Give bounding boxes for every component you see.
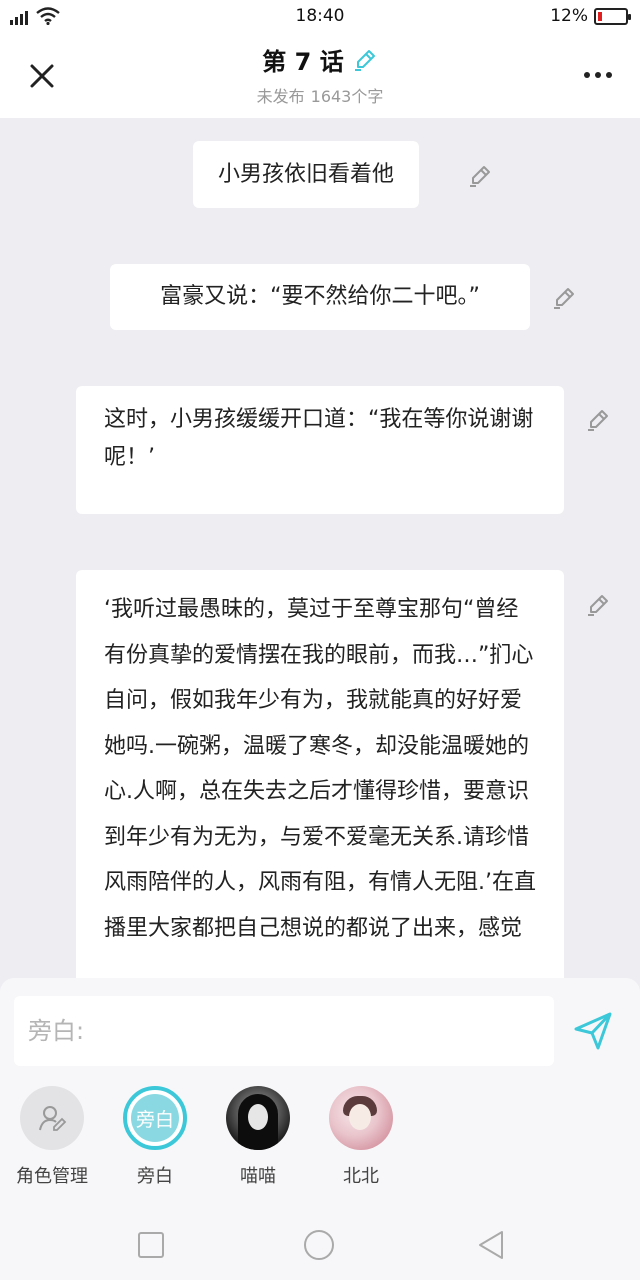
send-icon[interactable]	[572, 1010, 614, 1052]
screen: 18:40 12% 第 7 话 未发布 1643个字 小男孩依旧看着他 富豪又说…	[0, 0, 640, 1280]
page-title: 第 7 话	[262, 48, 344, 76]
avatar	[329, 1086, 393, 1150]
header: 第 7 话 未发布 1643个字	[0, 32, 640, 118]
publish-status: 未发布	[256, 87, 305, 106]
message-bubble[interactable]: 富豪又说：“要不然给你二十吧。”	[110, 264, 530, 330]
pen-edit-icon[interactable]	[585, 592, 611, 618]
character-beibei[interactable]: 北北	[316, 1086, 406, 1188]
character-name: 旁白	[137, 1166, 173, 1187]
character-miaomiao[interactable]: 喵喵	[213, 1086, 303, 1188]
avatar: 旁白	[123, 1086, 187, 1150]
message-text: 小男孩依旧看着他	[217, 162, 394, 187]
pen-edit-icon[interactable]	[352, 47, 378, 73]
character-manage[interactable]: 角色管理	[7, 1086, 97, 1188]
character-name: 喵喵	[240, 1166, 276, 1187]
triangle-back-icon[interactable]	[474, 1228, 508, 1262]
chapter-info: 未发布 1643个字	[0, 83, 640, 107]
title-area: 第 7 话 未发布 1643个字	[0, 42, 640, 107]
avatar-label: 旁白	[131, 1094, 179, 1142]
message-bubble[interactable]: 这时，小男孩缓缓开口道：“我在等你说谢谢呢！’	[76, 386, 564, 514]
character-name: 北北	[343, 1166, 379, 1187]
status-time: 18:40	[295, 6, 345, 26]
more-dots-icon[interactable]	[584, 72, 612, 78]
system-nav-bar	[0, 1210, 640, 1280]
character-list: 角色管理 旁白 旁白 喵喵 北北	[0, 1086, 640, 1196]
message-text: ‘我听过最愚昧的，莫过于至尊宝那句“曾经有份真挚的爱情摆在我的眼前，而我…”扪心…	[104, 597, 536, 941]
message-text: 富豪又说：“要不然给你二十吧。”	[160, 284, 480, 309]
word-count: 1643个字	[310, 87, 384, 106]
composer-panel: 角色管理 旁白 旁白 喵喵 北北	[0, 978, 640, 1210]
circle-home-icon[interactable]	[302, 1228, 336, 1262]
avatar	[226, 1086, 290, 1150]
battery-percent: 12%	[550, 6, 588, 26]
character-name: 角色管理	[16, 1166, 88, 1187]
battery-icon	[594, 7, 631, 25]
character-narration[interactable]: 旁白 旁白	[110, 1086, 200, 1188]
status-right: 12%	[550, 6, 631, 26]
pen-edit-icon[interactable]	[551, 285, 577, 311]
square-recent-icon[interactable]	[134, 1228, 168, 1262]
pen-edit-icon[interactable]	[467, 163, 493, 189]
avatar	[20, 1086, 84, 1150]
narration-input[interactable]	[14, 996, 554, 1066]
message-bubble[interactable]: 小男孩依旧看着他	[193, 141, 419, 208]
pen-edit-icon[interactable]	[585, 407, 611, 433]
message-text: 这时，小男孩缓缓开口道：“我在等你说谢谢呢！’	[104, 407, 534, 470]
status-bar: 18:40 12%	[0, 0, 640, 32]
message-bubble[interactable]: ‘我听过最愚昧的，莫过于至尊宝那句“曾经有份真挚的爱情摆在我的眼前，而我…”扪心…	[76, 570, 564, 1030]
person-edit-icon	[39, 1106, 67, 1131]
